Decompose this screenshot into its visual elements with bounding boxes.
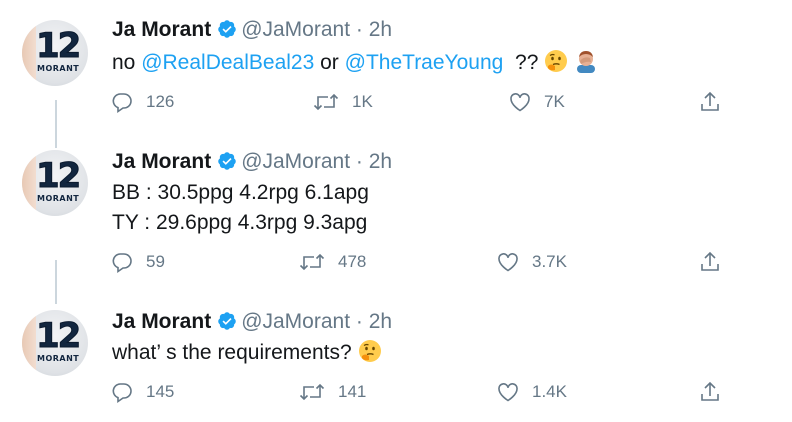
reply-count: 126	[146, 92, 175, 111]
timestamp[interactable]: 2h	[369, 310, 392, 333]
share-button[interactable]	[698, 90, 722, 114]
author-handle[interactable]: @JaMorant	[241, 150, 350, 173]
retweet-icon	[298, 250, 326, 274]
reply-icon	[110, 250, 134, 274]
heart-icon	[496, 380, 520, 404]
author-handle[interactable]: @JaMorant	[241, 18, 350, 41]
like-count: 1.4K	[532, 382, 567, 401]
reply-icon	[110, 90, 134, 114]
share-icon	[698, 380, 722, 404]
thinking-face-icon	[544, 49, 568, 82]
avatar-skin	[22, 20, 36, 86]
tweet[interactable]: 12 MORANT Ja Morant @JaMorant · 2h what’ …	[0, 300, 792, 422]
author-name[interactable]: Ja Morant	[112, 310, 211, 333]
retweet-count: 1K	[352, 92, 373, 111]
retweet-count: 141	[338, 382, 367, 401]
author-name[interactable]: Ja Morant	[112, 150, 211, 173]
reply-icon	[110, 380, 134, 404]
mention-link[interactable]: @RealDealBeal23	[141, 51, 314, 74]
like-button[interactable]: 1.4K	[496, 380, 567, 404]
tweet-header: Ja Morant @JaMorant · 2h	[112, 18, 392, 45]
tweet-text: BB : 30.5ppg 4.2rpg 6.1apg TY : 29.6ppg …	[112, 178, 369, 238]
tweet-text-line: TY : 29.6ppg 4.3rpg 9.3apg	[112, 211, 368, 234]
share-icon	[698, 250, 722, 274]
tweet-text-segment: no	[112, 51, 142, 74]
reply-button[interactable]: 126	[110, 90, 174, 114]
avatar-jersey-name: MORANT	[37, 354, 80, 363]
avatar[interactable]: 12 MORANT	[22, 150, 88, 216]
retweet-button[interactable]: 141	[298, 380, 366, 404]
tweet[interactable]: 12 MORANT Ja Morant @JaMorant · 2h no @Re…	[0, 0, 792, 140]
thinking-face-icon	[358, 339, 382, 372]
heart-icon	[508, 90, 532, 114]
avatar[interactable]: 12 MORANT	[22, 310, 88, 376]
tweet-actions: 145 141 1.4K	[0, 380, 792, 410]
avatar-jersey-number: 12	[35, 156, 81, 197]
tweet-text-segment: what’ s the requirements?	[112, 341, 352, 364]
heart-icon	[496, 250, 520, 274]
reply-count: 59	[146, 252, 165, 271]
retweet-button[interactable]: 1K	[312, 90, 373, 114]
retweet-button[interactable]: 478	[298, 250, 366, 274]
reply-button[interactable]: 145	[110, 380, 174, 404]
share-button[interactable]	[698, 380, 722, 404]
author-name[interactable]: Ja Morant	[112, 18, 211, 41]
reply-button[interactable]: 59	[110, 250, 165, 274]
like-button[interactable]: 7K	[508, 90, 565, 114]
separator-dot: ·	[355, 18, 363, 41]
mention-link[interactable]: @TheTraeYoung	[345, 51, 504, 74]
tweet-text-segment: or	[314, 51, 345, 74]
share-icon	[698, 90, 722, 114]
verified-badge-icon	[217, 151, 237, 177]
like-count: 7K	[544, 92, 565, 111]
avatar-jersey-number: 12	[35, 26, 81, 67]
like-count: 3.7K	[532, 252, 567, 271]
tweet-text: no @RealDealBeal23 or @TheTraeYoung ??	[112, 48, 598, 82]
tweet-header: Ja Morant @JaMorant · 2h	[112, 150, 392, 177]
timestamp[interactable]: 2h	[369, 150, 392, 173]
verified-badge-icon	[217, 19, 237, 45]
avatar-jersey-name: MORANT	[37, 194, 80, 203]
avatar[interactable]: 12 MORANT	[22, 20, 88, 86]
avatar-skin	[22, 310, 36, 376]
separator-dot: ·	[355, 150, 363, 173]
verified-badge-icon	[217, 311, 237, 337]
tweet-text-segment: ??	[503, 51, 539, 74]
avatar-jersey-number: 12	[35, 316, 81, 357]
man-facepalming-icon	[574, 49, 598, 82]
retweet-icon	[298, 380, 326, 404]
author-handle[interactable]: @JaMorant	[241, 310, 350, 333]
tweet-text-line: BB : 30.5ppg 4.2rpg 6.1apg	[112, 181, 369, 204]
retweet-icon	[312, 90, 340, 114]
retweet-count: 478	[338, 252, 367, 271]
share-button[interactable]	[698, 250, 722, 274]
tweet-actions: 126 1K 7K	[0, 90, 792, 120]
tweet-actions: 59 478 3.7K	[0, 250, 792, 280]
tweet-header: Ja Morant @JaMorant · 2h	[112, 310, 392, 337]
avatar-skin	[22, 150, 36, 216]
reply-count: 145	[146, 382, 175, 401]
tweet-text: what’ s the requirements?	[112, 338, 382, 372]
like-button[interactable]: 3.7K	[496, 250, 567, 274]
avatar-jersey-name: MORANT	[37, 64, 80, 73]
tweet[interactable]: 12 MORANT Ja Morant @JaMorant · 2h BB : 3…	[0, 140, 792, 300]
separator-dot: ·	[355, 310, 363, 333]
timestamp[interactable]: 2h	[369, 18, 392, 41]
